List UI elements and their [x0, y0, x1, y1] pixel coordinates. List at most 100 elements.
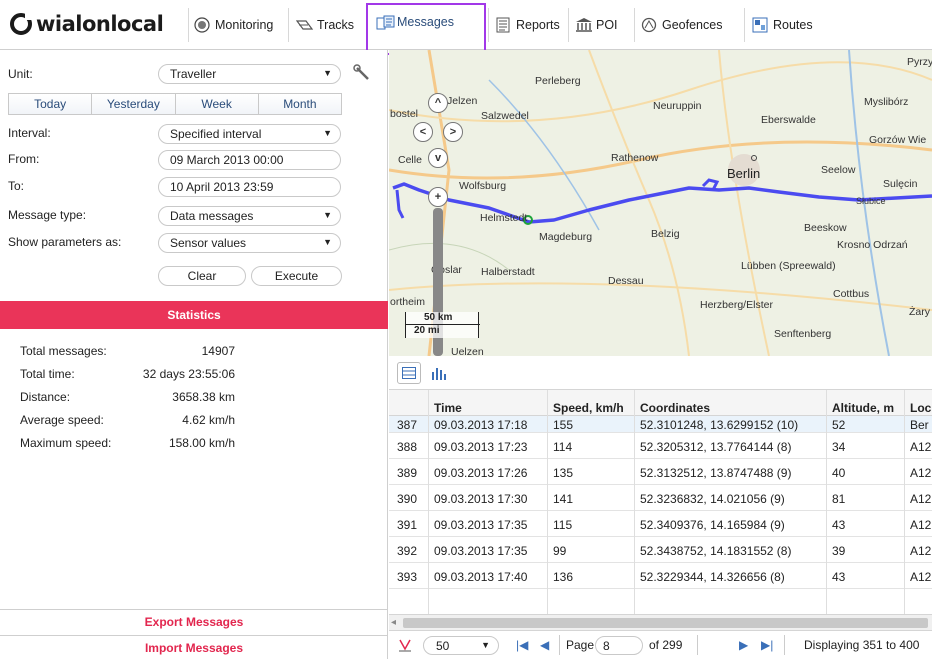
page-number-input[interactable]: 8 [595, 636, 643, 655]
show-parameters-select[interactable]: Sensor values ▼ [158, 233, 341, 253]
horizontal-scrollbar[interactable]: ◂ [389, 614, 932, 630]
tracks-icon [295, 17, 314, 33]
nav-geofences[interactable]: Geofences [637, 9, 722, 41]
col-header-speed[interactable]: Speed, km/h [553, 400, 624, 416]
last-page-icon[interactable]: ▶| [761, 638, 773, 652]
table-row[interactable]: 390 09.03.2013 17:30 141 52.3236832, 14.021… [389, 485, 932, 511]
table-row[interactable]: 388 09.03.2013 17:23 114 52.3205312, 13.776… [389, 433, 932, 459]
pan-left-button[interactable]: < [413, 122, 433, 142]
table-cell: 09.03.2013 17:18 [434, 418, 528, 432]
table-cell: 99 [553, 544, 567, 558]
col-header-coordinates[interactable]: Coordinates [640, 400, 710, 416]
map-scale: 50 km 20 mi [405, 312, 480, 338]
scroll-left-icon[interactable]: ◂ [391, 617, 396, 628]
tab-week[interactable]: Week [175, 94, 259, 114]
col-header-time[interactable]: Time [434, 400, 462, 416]
to-label: To: [8, 179, 25, 193]
scrollbar-thumb[interactable] [403, 618, 928, 628]
message-type-label: Message type: [8, 208, 87, 222]
tab-today[interactable]: Today [9, 94, 93, 114]
clear-button[interactable]: Clear [158, 266, 246, 286]
table-view-icon[interactable] [397, 362, 421, 384]
map-view[interactable]: Pyrzyce Perleberg Neuruppin Myslibórz Sa… [389, 50, 932, 356]
nav-monitoring-label: Monitoring [215, 18, 274, 32]
table-cell: 388 [397, 440, 418, 454]
nav-poi[interactable]: POI [571, 9, 618, 41]
nav-poi-label: POI [596, 18, 618, 32]
zoom-in-button[interactable]: + [428, 187, 448, 207]
map-label: bostel [390, 108, 419, 120]
stat-distance: Distance: 3658.38 km [20, 390, 235, 404]
nav-monitoring[interactable]: Monitoring [190, 9, 273, 41]
first-page-icon[interactable]: |◀ [516, 638, 528, 652]
globe-icon [194, 17, 210, 33]
nav-separator [744, 8, 745, 42]
table-cell: A12 [910, 440, 932, 454]
message-type-value: Data messages [170, 209, 254, 223]
table-cell: 391 [397, 518, 418, 532]
table-cell: A12 [910, 466, 932, 480]
stat-total-messages: Total messages: 14907 [20, 344, 235, 358]
col-header-location[interactable]: Loc [910, 400, 931, 416]
interval-select[interactable]: Specified interval ▼ [158, 124, 341, 144]
table-cell: 136 [553, 570, 574, 584]
wrench-icon[interactable] [353, 64, 373, 84]
nav-tracks-label: Tracks [317, 18, 355, 32]
nav-tracks[interactable]: Tracks [292, 9, 354, 41]
table-cell: 52.3205312, 13.7764144 (8) [640, 440, 792, 454]
table-row[interactable]: 393 09.03.2013 17:40 136 52.3229344, 14.326… [389, 563, 932, 589]
interval-label: Interval: [8, 126, 51, 140]
unit-select[interactable]: Traveller ▼ [158, 64, 341, 84]
message-type-select[interactable]: Data messages ▼ [158, 206, 341, 226]
table-cell: 34 [832, 440, 846, 454]
chart-view-icon[interactable] [427, 362, 451, 384]
table-cell: 141 [553, 492, 574, 506]
from-input[interactable]: 09 March 2013 00:00 [158, 150, 341, 170]
geofence-icon [641, 17, 657, 33]
nav-geofences-label: Geofences [662, 18, 723, 32]
filter-sort-icon[interactable] [397, 637, 413, 653]
wialon-logo[interactable]: wialonlocal [10, 11, 164, 37]
table-row[interactable]: 387 09.03.2013 17:18 155 52.3101248, 13.629… [389, 416, 932, 433]
pan-down-button[interactable]: v [428, 148, 448, 168]
table-cell: A12 [910, 544, 932, 558]
table-cell: 52.3101248, 13.6299152 (10) [640, 418, 799, 432]
table-row[interactable]: 391 09.03.2013 17:35 115 52.3409376, 14.165… [389, 511, 932, 537]
execute-button[interactable]: Execute [251, 266, 342, 286]
table-cell: 09.03.2013 17:23 [434, 440, 528, 454]
pan-up-button[interactable]: ^ [428, 93, 448, 113]
table-cell: 114 [553, 440, 573, 454]
stat-average-speed: Average speed: 4.62 km/h [20, 413, 235, 427]
nav-messages[interactable]: Messages [366, 3, 486, 55]
reports-icon [495, 17, 511, 33]
stat-total-time: Total time: 32 days 23:55:06 [20, 367, 235, 381]
chevron-down-icon: ▼ [481, 640, 490, 650]
export-messages-button[interactable]: Export Messages [0, 609, 388, 634]
table-row[interactable]: 392 09.03.2013 17:35 99 52.3438752, 14.1831… [389, 537, 932, 563]
per-page-select[interactable]: 50 ▼ [423, 636, 499, 655]
table-cell: 52.3438752, 14.1831552 (8) [640, 544, 792, 558]
table-cell: 09.03.2013 17:35 [434, 518, 528, 532]
map-label: Halberstadt [481, 266, 535, 278]
chevron-down-icon: ▼ [323, 210, 332, 220]
pan-right-button[interactable]: > [443, 122, 463, 142]
next-page-icon[interactable]: ▶ [739, 638, 748, 652]
table-cell: 390 [397, 492, 418, 506]
nav-routes[interactable]: Routes [748, 9, 813, 41]
page-label: Page [566, 638, 595, 652]
table-cell: 52.3229344, 14.326656 (8) [640, 570, 785, 584]
col-header-altitude[interactable]: Altitude, m [832, 400, 894, 416]
table-header: Time Speed, km/h Coordinates Altitude, m… [389, 390, 932, 416]
prev-page-icon[interactable]: ◀ [540, 638, 549, 652]
to-input[interactable]: 10 April 2013 23:59 [158, 177, 341, 197]
statistics-header: Statistics [0, 301, 388, 329]
table-cell: A12 [910, 570, 932, 584]
import-messages-button[interactable]: Import Messages [0, 635, 388, 659]
tab-month[interactable]: Month [258, 94, 341, 114]
table-row[interactable]: 389 09.03.2013 17:26 135 52.3132512, 13.874… [389, 459, 932, 485]
messages-icon [376, 15, 395, 31]
table-cell: 52.3236832, 14.021056 (9) [640, 492, 785, 506]
map-label: Rathenow [611, 152, 659, 164]
tab-yesterday[interactable]: Yesterday [92, 94, 176, 114]
nav-reports[interactable]: Reports [491, 9, 560, 41]
